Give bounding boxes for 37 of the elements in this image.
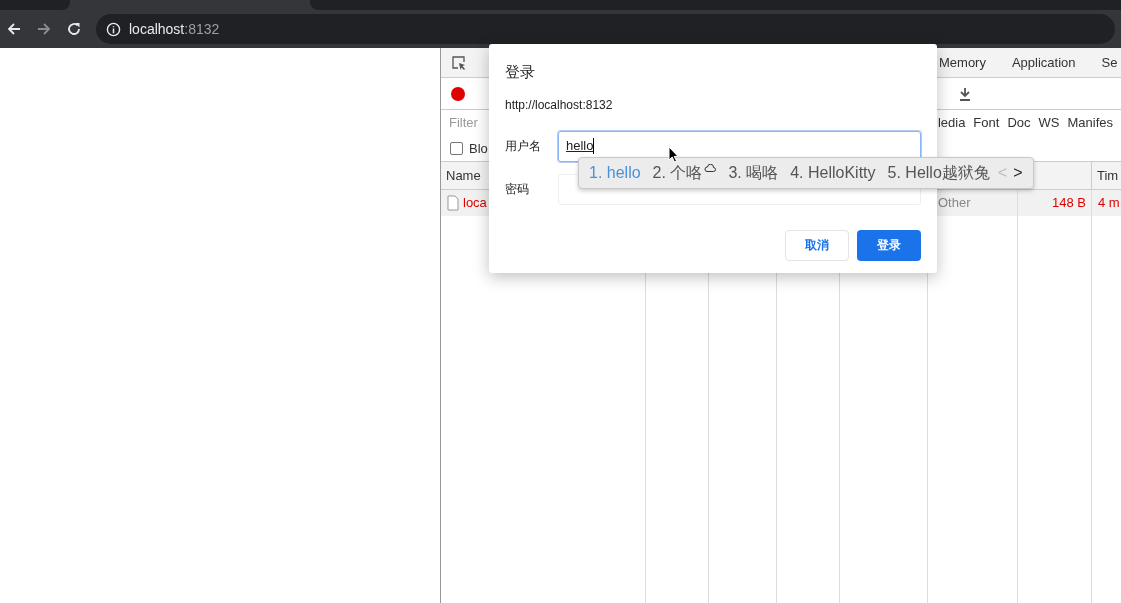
dialog-button[interactable]: 取消 — [785, 229, 849, 261]
dialog-origin: http://localhost:8132 — [505, 96, 614, 114]
devtools-tab[interactable]: Se — [1088, 48, 1121, 77]
block-label: Blo — [469, 139, 488, 158]
field-label: 用户名 — [505, 138, 542, 155]
field-label: 密码 — [505, 181, 530, 198]
url-text: localhost:8132 — [129, 19, 220, 39]
download-icon[interactable] — [958, 86, 972, 101]
dialog-button[interactable]: 登录 — [857, 229, 921, 261]
record-button[interactable] — [451, 86, 465, 101]
address-bar[interactable]: localhost:8132 — [96, 14, 1115, 44]
cloud-icon — [704, 164, 717, 172]
ime-next[interactable]: > — [1013, 161, 1023, 185]
request-size: 148 B — [1052, 194, 1086, 213]
inspect-icon[interactable] — [451, 54, 467, 71]
dialog-title: 登录 — [505, 62, 536, 82]
type-filter[interactable]: Manifes — [1067, 113, 1113, 133]
type-filter[interactable]: ledia — [937, 113, 966, 133]
ime-candidate[interactable]: 2. 个咯 — [652, 161, 703, 185]
type-filter[interactable]: Font — [973, 113, 1000, 133]
ime-candidate[interactable]: 3. 喝咯 — [728, 161, 779, 185]
request-name[interactable]: loca — [463, 193, 487, 213]
document-icon — [447, 195, 459, 211]
ime-candidate[interactable]: 4. HelloKitty — [790, 161, 876, 185]
devtools-tab[interactable]: Application — [998, 48, 1089, 77]
column-header[interactable]: Tim — [1092, 162, 1121, 190]
type-filter[interactable]: Doc — [1007, 113, 1031, 133]
forward-arrow-icon[interactable] — [36, 21, 52, 37]
request-time: 4 m — [1098, 194, 1120, 213]
mouse-pointer-icon — [668, 146, 679, 163]
back-arrow-icon[interactable] — [6, 21, 22, 37]
ime-candidate[interactable]: 5. Hello越狱兔 — [887, 161, 990, 185]
type-filter[interactable]: WS — [1038, 113, 1060, 133]
info-icon — [106, 21, 121, 37]
reload-icon[interactable] — [66, 21, 82, 37]
request-type: Other — [938, 194, 971, 213]
block-checkbox[interactable] — [450, 142, 463, 155]
